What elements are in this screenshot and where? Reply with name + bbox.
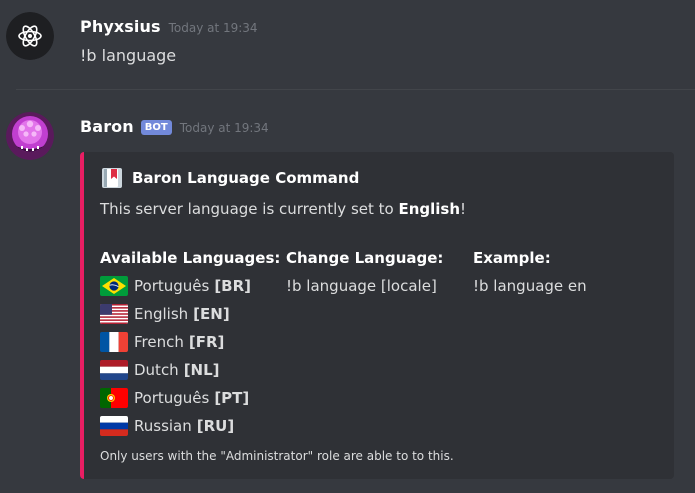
message-text: !b language: [80, 46, 177, 65]
embed-description: This server language is currently set to…: [100, 200, 466, 218]
language-code: [RU]: [196, 417, 235, 435]
field-available-languages: Available Languages: Português [BR] Engl…: [100, 248, 280, 440]
language-row-nl: Dutch [NL]: [100, 356, 280, 384]
description-text: This server language is currently set to: [100, 200, 399, 218]
language-row-en: English [EN]: [100, 300, 280, 328]
embed: Baron Language Command This server langu…: [80, 152, 674, 479]
bot-tag: BOT: [140, 120, 172, 135]
us-flag-icon: [100, 304, 128, 324]
russia-flag-icon: [100, 416, 128, 436]
language-name: Português: [134, 389, 210, 407]
baron-avatar-icon: [6, 112, 54, 160]
description-suffix: !: [460, 200, 467, 218]
field-name: Available Languages:: [100, 249, 281, 267]
language-row-fr: French [FR]: [100, 328, 280, 356]
language-name: English: [134, 305, 189, 323]
language-name: Dutch: [134, 361, 179, 379]
book-icon: [102, 168, 122, 188]
language-code: [FR]: [188, 333, 225, 351]
brazil-flag-icon: [100, 276, 128, 296]
field-change-language: Change Language: !b language [locale]: [286, 248, 443, 296]
avatar-baron[interactable]: [6, 112, 54, 160]
username[interactable]: Phyxsius: [80, 17, 161, 36]
timestamp: Today at 19:34: [168, 21, 258, 35]
field-value: !b language [locale]: [286, 277, 437, 295]
embed-title: Baron Language Command: [132, 169, 360, 187]
language-code: [NL]: [183, 361, 220, 379]
language-row-ru: Russian [RU]: [100, 412, 280, 440]
field-value: !b language en: [473, 277, 587, 295]
language-row-br: Português [BR]: [100, 272, 280, 300]
atom-icon: [6, 12, 54, 60]
current-language: English: [398, 200, 461, 218]
avatar-phyxsius[interactable]: [6, 12, 54, 60]
field-name: Change Language:: [286, 249, 444, 267]
chat-area: Phyxsius Today at 19:34 !b language Baro…: [0, 0, 695, 493]
embed-author: Baron Language Command: [100, 166, 359, 190]
france-flag-icon: [100, 332, 128, 352]
username[interactable]: Baron: [80, 117, 134, 136]
language-name: French: [134, 333, 184, 351]
portugal-flag-icon: [100, 388, 128, 408]
language-row-pt: Português [PT]: [100, 384, 280, 412]
timestamp: Today at 19:34: [179, 121, 269, 135]
message-phyxsius: Phyxsius Today at 19:34 !b language: [0, 0, 695, 90]
language-list: Português [BR] English [EN] French [FR]: [100, 272, 280, 440]
language-name: Russian: [134, 417, 192, 435]
field-name: Example:: [473, 249, 551, 267]
field-example: Example: !b language en: [473, 248, 587, 296]
language-code: [EN]: [193, 305, 230, 323]
language-code: [PT]: [214, 389, 250, 407]
netherlands-flag-icon: [100, 360, 128, 380]
embed-footer: Only users with the "Administrator" role…: [100, 449, 454, 463]
language-name: Português: [134, 277, 210, 295]
language-code: [BR]: [214, 277, 252, 295]
